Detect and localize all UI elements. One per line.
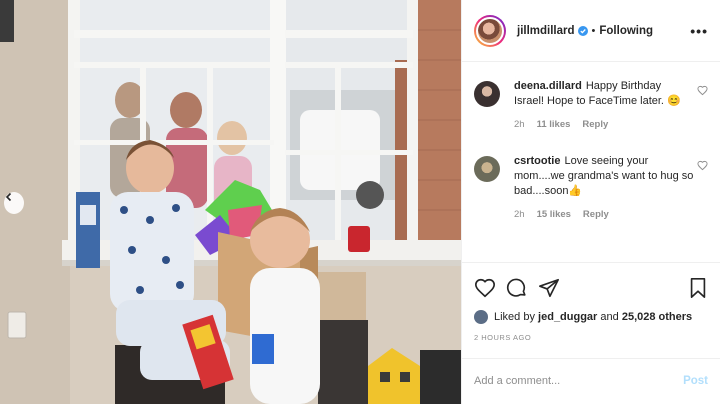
like-heart-icon[interactable] [474, 277, 496, 299]
share-paper-plane-icon[interactable] [538, 277, 560, 299]
reply-button[interactable]: Reply [582, 117, 608, 132]
reply-button[interactable]: Reply [583, 207, 609, 222]
likes-conjunction: and [600, 311, 619, 323]
post-actions: Liked by jed_duggar and 25,028 others 2 … [462, 262, 720, 402]
likes-summary: Liked by jed_duggar and 25,028 others [474, 310, 708, 324]
previous-photo-button[interactable] [4, 192, 24, 214]
likes-count[interactable]: 25,028 others [622, 311, 692, 323]
post-side-panel: jillmdillard • Following ••• deena.dilla… [461, 0, 720, 404]
heart-icon[interactable] [697, 85, 708, 96]
comment-username[interactable]: csrtootie [514, 155, 560, 167]
comment-likes[interactable]: 11 likes [537, 117, 571, 132]
commenter-avatar[interactable] [474, 81, 500, 107]
add-comment-input[interactable] [474, 374, 684, 387]
bookmark-icon[interactable] [688, 277, 708, 299]
post-timestamp[interactable]: 2 HOURS AGO [474, 333, 708, 342]
verified-badge-icon [577, 25, 588, 36]
owner-username[interactable]: jillmdillard [517, 25, 575, 37]
comment-age[interactable]: 2h [514, 207, 525, 222]
liked-by-label: Liked by [494, 311, 535, 323]
photo-illustration [0, 0, 461, 404]
more-options-button[interactable]: ••• [690, 23, 708, 39]
chevron-left-icon [5, 192, 12, 202]
action-icons [474, 275, 708, 301]
header-separator: • [591, 24, 596, 37]
comment-age[interactable]: 2h [514, 117, 525, 132]
owner-avatar[interactable] [474, 14, 506, 47]
add-comment-bar: Post [462, 358, 720, 402]
liker-username[interactable]: jed_duggar [538, 311, 597, 323]
comments-list[interactable]: deena.dillard Happy Birthday Israel! Hope… [462, 62, 720, 262]
comment: csrtootie Love seeing your mom....we gran… [474, 154, 708, 222]
post-header: jillmdillard • Following ••• [462, 0, 720, 62]
commenter-avatar[interactable] [474, 156, 500, 182]
post-photo [0, 0, 461, 404]
comment: deena.dillard Happy Birthday Israel! Hope… [474, 79, 708, 132]
liker-avatar[interactable] [474, 310, 488, 324]
comment-bubble-icon[interactable] [506, 277, 528, 299]
heart-icon[interactable] [697, 160, 708, 171]
post-comment-button[interactable]: Post [683, 375, 708, 387]
comment-username[interactable]: deena.dillard [514, 80, 582, 92]
following-button[interactable]: Following [599, 25, 653, 37]
comment-likes[interactable]: 15 likes [537, 207, 571, 222]
